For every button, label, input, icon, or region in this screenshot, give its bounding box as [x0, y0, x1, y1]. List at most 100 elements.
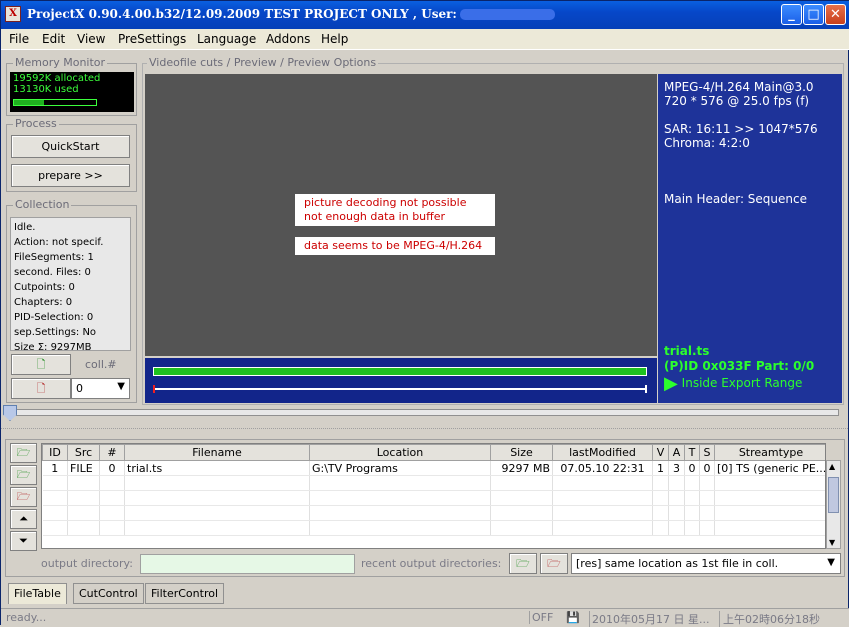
maximize-button[interactable]: □ [803, 4, 824, 25]
move-up-button[interactable]: ⏶ [10, 509, 37, 529]
memory-usage-fill [14, 100, 44, 105]
table-row[interactable] [42, 505, 825, 521]
table-row[interactable] [42, 475, 825, 491]
menu-view[interactable]: View [77, 32, 105, 46]
scroll-down-icon[interactable]: ▼ [829, 538, 835, 547]
col-s[interactable]: S [699, 444, 715, 461]
table-row[interactable]: 1 FILE 0 trial.ts G:\TV Programs 9297 MB… [42, 460, 825, 476]
process-title: Process [13, 117, 59, 130]
double-up-icon: ⏶ [19, 512, 28, 525]
delete-document-icon: 🗋 [36, 382, 46, 395]
col-size[interactable]: Size [490, 444, 553, 461]
add-file-button[interactable]: 🗁 [10, 443, 37, 463]
cell-t: 0 [684, 460, 700, 476]
title-bar[interactable]: X ProjectX 0.90.4.00.b32/12.09.2009 TEST… [1, 1, 849, 29]
col-location[interactable]: Location [309, 444, 491, 461]
folder-remove-icon: 🗁 [547, 557, 561, 570]
quickstart-button[interactable]: QuickStart [11, 135, 130, 158]
status-text: ready... [6, 611, 47, 624]
menu-presettings[interactable]: PreSettings [118, 32, 186, 46]
col-filename[interactable]: Filename [124, 444, 310, 461]
video-preview[interactable]: picture decoding not possible not enough… [145, 74, 657, 356]
add-collection-button[interactable]: 🗋 [11, 354, 71, 375]
menu-addons[interactable]: Addons [266, 32, 310, 46]
table-scrollbar[interactable]: ▲ ▼ [826, 460, 841, 549]
col-v[interactable]: V [652, 444, 669, 461]
col-src[interactable]: Src [67, 444, 100, 461]
coll-number-select[interactable]: 0 ▼ [71, 378, 130, 399]
memory-used: 13130K used [13, 84, 79, 95]
stream-info-panel: MPEG-4/H.264 Main@3.0 720 * 576 @ 25.0 f… [658, 74, 842, 403]
col-a[interactable]: A [668, 444, 685, 461]
memory-allocated: 19592K allocated [13, 73, 101, 84]
memory-monitor: 19592K allocated 13130K used [10, 72, 134, 112]
collection-line: Cutpoints: 0 [14, 282, 75, 293]
folder-add-icon: 🗁 [516, 557, 530, 570]
cell-v: 1 [652, 460, 669, 476]
menu-help[interactable]: Help [321, 32, 348, 46]
decode-error-line: picture decoding not possible [304, 196, 467, 209]
cut-slider-panel[interactable] [145, 358, 657, 403]
chevron-down-icon: ▼ [117, 381, 125, 392]
splitter[interactable] [1, 428, 849, 432]
remove-file-button[interactable]: 🗁 [10, 487, 37, 507]
col-streamtype[interactable]: Streamtype [714, 444, 825, 461]
menu-edit[interactable]: Edit [42, 32, 65, 46]
menu-language[interactable]: Language [197, 32, 256, 46]
col-lastmodified[interactable]: lastModified [552, 444, 653, 461]
window-title: ProjectX 0.90.4.00.b32/12.09.2009 TEST P… [27, 7, 555, 21]
position-slider-thumb[interactable] [3, 405, 17, 421]
menu-file[interactable]: File [9, 32, 29, 46]
recent-output-directory-value: [res] same location as 1st file in coll. [576, 557, 779, 570]
folder-remove-icon: 🗁 [16, 490, 31, 503]
cell-s: 0 [699, 460, 715, 476]
file-table[interactable]: ID Src # Filename Location Size lastModi… [41, 443, 826, 549]
cell-lastmodified: 07.05.10 22:31 [552, 460, 653, 476]
decode-error-message: picture decoding not possible not enough… [295, 194, 495, 226]
remove-output-directory-button[interactable]: 🗁 [540, 553, 568, 574]
remove-collection-button[interactable]: 🗋 [11, 378, 71, 399]
table-row[interactable] [42, 490, 825, 506]
close-button[interactable]: ✕ [825, 4, 846, 25]
table-row[interactable] [42, 520, 825, 536]
prepare-button[interactable]: prepare >> [11, 164, 130, 187]
resolution-info: 720 * 576 @ 25.0 fps (f) [664, 94, 810, 108]
tab-cutcontrol[interactable]: CutControl [73, 583, 144, 604]
add-secondary-file-button[interactable]: 🗁 [10, 465, 37, 485]
position-slider-track[interactable] [5, 409, 839, 416]
cell-streamtype: [0] TS (generic PE... [714, 460, 825, 476]
tab-filtercontrol[interactable]: FilterControl [145, 583, 225, 604]
collection-title: Collection [13, 198, 72, 211]
cut-marker-end[interactable] [645, 385, 647, 393]
minimize-button[interactable]: _ [781, 4, 802, 25]
add-output-directory-button[interactable]: 🗁 [509, 553, 537, 574]
cut-marker-start[interactable] [153, 385, 155, 393]
col-t[interactable]: T [684, 444, 700, 461]
cell-location: G:\TV Programs [309, 460, 491, 476]
recent-output-directories-label: recent output directories: [361, 557, 502, 570]
cut-timeline[interactable] [153, 388, 647, 390]
output-directory-field[interactable] [140, 554, 355, 574]
move-down-button[interactable]: ⏷ [10, 531, 37, 551]
coll-number-label: coll.# [85, 358, 117, 371]
preview-title: Videofile cuts / Preview / Preview Optio… [147, 56, 379, 69]
app-icon[interactable]: X [5, 6, 21, 22]
cell-src: FILE [67, 460, 100, 476]
export-range-text: Inside Export Range [681, 376, 803, 390]
memory-usage-bar [13, 99, 97, 106]
collection-line: PID-Selection: 0 [14, 312, 94, 323]
col-num[interactable]: # [99, 444, 125, 461]
collection-line: Idle. [14, 222, 36, 233]
col-id[interactable]: ID [42, 444, 68, 461]
collection-line: FileSegments: 1 [14, 252, 94, 263]
coll-number-value: 0 [76, 382, 83, 395]
table-scrollbar-thumb[interactable] [828, 477, 839, 513]
chroma-info: Chroma: 4:2:0 [664, 136, 750, 150]
recent-output-directories-select[interactable]: [res] same location as 1st file in coll.… [571, 553, 841, 574]
application-window: X ProjectX 0.90.4.00.b32/12.09.2009 TEST… [0, 0, 849, 627]
collection-line: second. Files: 0 [14, 267, 91, 278]
file-name-info: trial.ts [664, 344, 710, 358]
scroll-up-icon[interactable]: ▲ [829, 462, 835, 471]
decode-error-line: not enough data in buffer [304, 210, 446, 223]
tab-filetable[interactable]: FileTable [8, 583, 67, 604]
